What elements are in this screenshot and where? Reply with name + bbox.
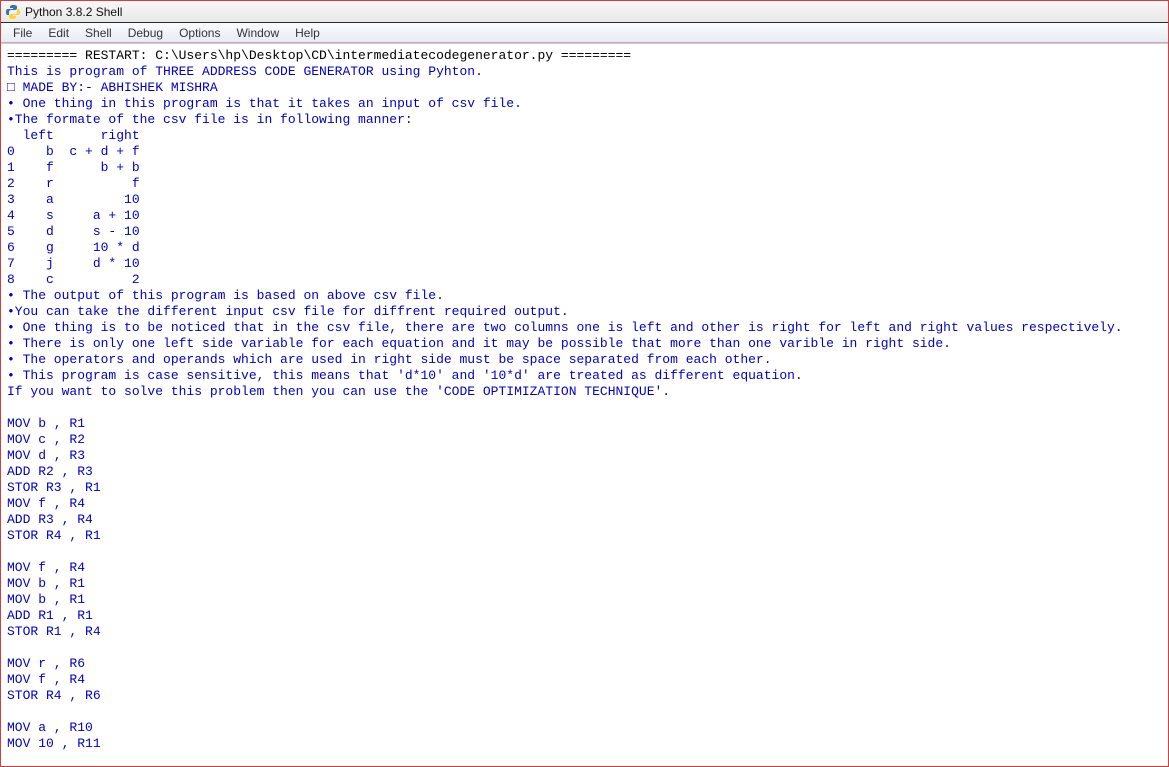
output-line: MOV f , R4 (7, 672, 1162, 688)
window-title: Python 3.8.2 Shell (25, 5, 122, 19)
output-line: • There is only one left side variable f… (7, 336, 1162, 352)
output-line: If you want to solve this problem then y… (7, 384, 1162, 400)
output-line: 6 g 10 * d (7, 240, 1162, 256)
output-line: STOR R4 , R1 (7, 528, 1162, 544)
menu-debug[interactable]: Debug (120, 24, 171, 42)
output-line: MOV b , R1 (7, 416, 1162, 432)
menu-shell[interactable]: Shell (77, 24, 120, 42)
output-line: STOR R4 , R6 (7, 688, 1162, 704)
output-line: MOV b , R1 (7, 592, 1162, 608)
output-line (7, 400, 1162, 416)
output-line: MOV 10 , R11 (7, 736, 1162, 752)
output-line: • One thing is to be noticed that in the… (7, 320, 1162, 336)
output-line: • One thing in this program is that it t… (7, 96, 1162, 112)
output-line: 4 s a + 10 (7, 208, 1162, 224)
output-line (7, 704, 1162, 720)
output-line: 7 j d * 10 (7, 256, 1162, 272)
python-icon (5, 4, 21, 20)
output-line: MOV f , R4 (7, 560, 1162, 576)
output-line: This is program of THREE ADDRESS CODE GE… (7, 64, 1162, 80)
menu-window[interactable]: Window (228, 24, 287, 42)
output-line: MOV b , R1 (7, 576, 1162, 592)
output-line: 5 d s - 10 (7, 224, 1162, 240)
output-line: 0 b c + d + f (7, 144, 1162, 160)
output-line: ADD R3 , R4 (7, 512, 1162, 528)
menu-bar: File Edit Shell Debug Options Window Hel… (1, 23, 1168, 43)
output-line (7, 640, 1162, 656)
output-line: MOV c , R2 (7, 432, 1162, 448)
output-line (7, 544, 1162, 560)
output-line: • The output of this program is based on… (7, 288, 1162, 304)
output-line: MOV d , R3 (7, 448, 1162, 464)
output-line: left right (7, 128, 1162, 144)
output-line: 8 c 2 (7, 272, 1162, 288)
output-line: • The operators and operands which are u… (7, 352, 1162, 368)
menu-edit[interactable]: Edit (40, 24, 77, 42)
shell-output[interactable]: ========= RESTART: C:\Users\hp\Desktop\C… (1, 43, 1168, 762)
output-line: •The formate of the csv file is in follo… (7, 112, 1162, 128)
menu-help[interactable]: Help (287, 24, 328, 42)
output-line: MOV r , R6 (7, 656, 1162, 672)
output-line: ADD R1 , R1 (7, 608, 1162, 624)
menu-options[interactable]: Options (171, 24, 228, 42)
output-line: STOR R3 , R1 (7, 480, 1162, 496)
output-line: 2 r f (7, 176, 1162, 192)
output-line: □ MADE BY:- ABHISHEK MISHRA (7, 80, 1162, 96)
menu-file[interactable]: File (5, 24, 40, 42)
output-line: • This program is case sensitive, this m… (7, 368, 1162, 384)
output-line: 3 a 10 (7, 192, 1162, 208)
output-line: •You can take the different input csv fi… (7, 304, 1162, 320)
output-line: STOR R1 , R4 (7, 624, 1162, 640)
title-bar: Python 3.8.2 Shell (1, 1, 1168, 23)
output-line: 1 f b + b (7, 160, 1162, 176)
output-line: MOV a , R10 (7, 720, 1162, 736)
output-line: ========= RESTART: C:\Users\hp\Desktop\C… (7, 48, 1162, 64)
output-line: MOV f , R4 (7, 496, 1162, 512)
output-line: ADD R2 , R3 (7, 464, 1162, 480)
